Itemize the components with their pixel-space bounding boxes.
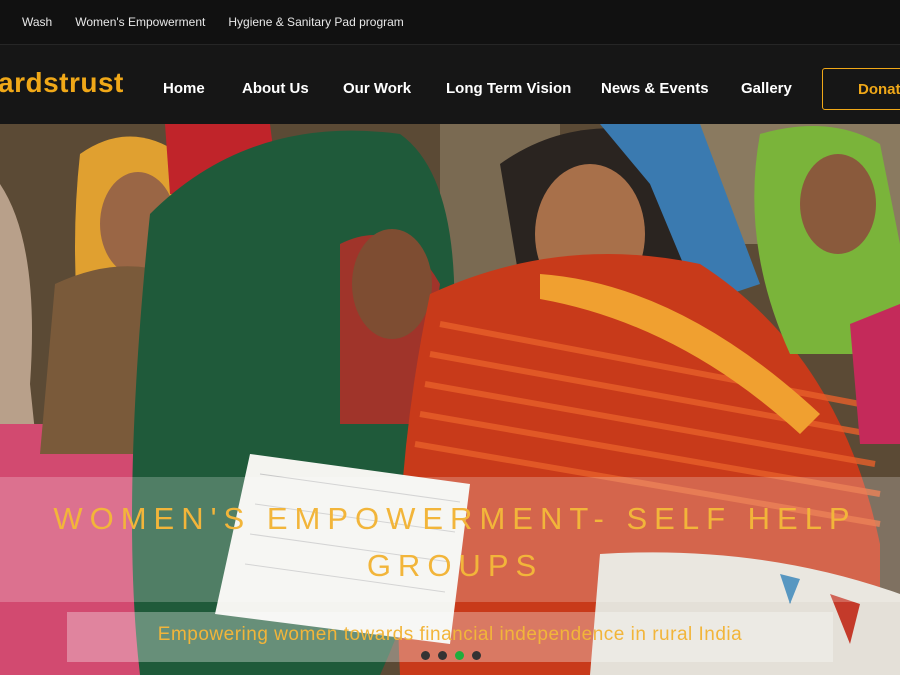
donate-button[interactable]: Donat bbox=[822, 68, 900, 110]
topbar-link-hygiene-program[interactable]: Hygiene & Sanitary Pad program bbox=[228, 15, 403, 29]
nav-item-our-work[interactable]: Our Work bbox=[343, 80, 411, 97]
slider-dot-2[interactable] bbox=[438, 651, 447, 660]
top-utility-bar: Wash Women's Empowerment Hygiene & Sanit… bbox=[0, 0, 900, 44]
site-logo[interactable]: ardstrust bbox=[0, 67, 124, 99]
hero-slider: Women's Empowerment- Self Help Groups Em… bbox=[0, 124, 900, 675]
nav-item-gallery[interactable]: Gallery bbox=[741, 80, 792, 97]
topbar-link-womens-empowerment[interactable]: Women's Empowerment bbox=[75, 15, 205, 29]
nav-item-long-term-vision[interactable]: Long Term Vision bbox=[446, 80, 571, 97]
slide-subtitle: Empowering women towards financial indep… bbox=[157, 624, 743, 645]
slider-dots bbox=[421, 651, 481, 660]
slider-dot-4[interactable] bbox=[472, 651, 481, 660]
slider-dot-1[interactable] bbox=[421, 651, 430, 660]
topbar-link-wash[interactable]: Wash bbox=[22, 15, 52, 29]
nav-item-news-events[interactable]: News & Events bbox=[601, 80, 709, 97]
nav-item-home[interactable]: Home bbox=[163, 80, 205, 97]
nav-item-about-us[interactable]: About Us bbox=[242, 80, 309, 97]
main-navbar: ardstrust Home About Us Our Work Long Te… bbox=[0, 44, 900, 124]
slide-title: Women's Empowerment- Self Help Groups bbox=[53, 501, 857, 583]
slider-dot-3[interactable] bbox=[455, 651, 464, 660]
